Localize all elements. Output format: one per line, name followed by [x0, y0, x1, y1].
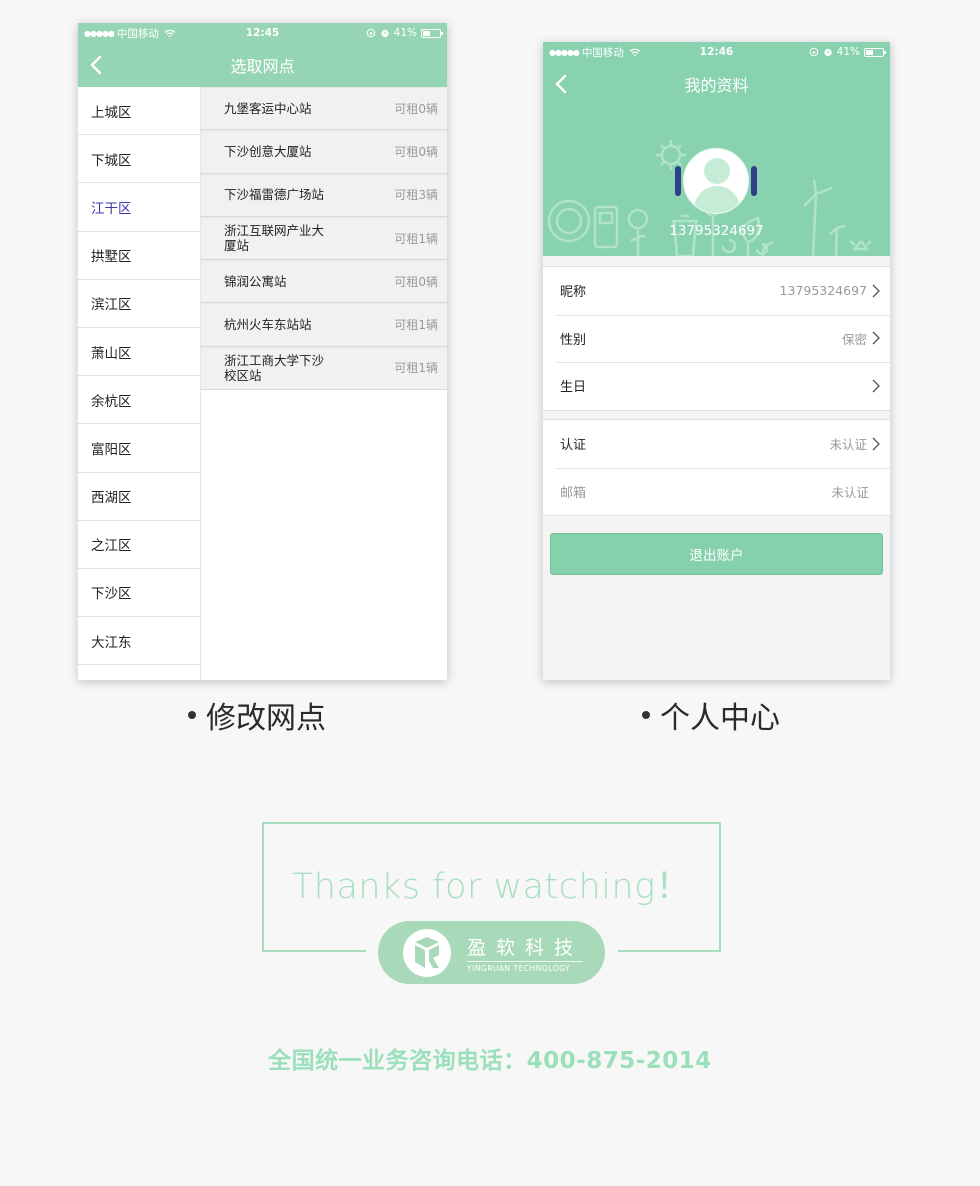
profile-screen: 13795324697 ●●●●● 中国移动 12:46 41% 我的资料 昵称… [543, 42, 890, 680]
avatar-user-icon [683, 148, 749, 214]
brand-mark-icon [403, 929, 451, 977]
station-availability: 可租1辆 [394, 361, 438, 376]
row-label: 邮箱 [560, 485, 587, 501]
station-row[interactable]: 下沙创意大厦站 可租0辆 [201, 130, 447, 174]
station-row[interactable]: 杭州火车东站站 可租1辆 [201, 303, 447, 347]
rotation-lock-icon [809, 47, 818, 57]
frame-divider [618, 950, 721, 952]
brand-subtitle: YINGRUAN TECHNOLOGY [467, 964, 571, 973]
verification-row[interactable]: 认证 未认证 [543, 420, 890, 468]
signal-icon: ●●●●● [549, 47, 580, 57]
back-arrow-icon[interactable] [551, 72, 573, 96]
caption-right-label: 个人中心 [660, 701, 780, 736]
bullet-icon [188, 711, 196, 719]
station-name: 九堡客运中心站 [224, 100, 312, 116]
profile-basic-group: 昵称 13795324697 性别 保密生日 [543, 266, 890, 411]
station-name: 下沙福雷德广场站 [224, 187, 325, 203]
alarm-icon [381, 29, 389, 38]
brand-logo: 盈软科技 YINGRUAN TECHNOLOGY [378, 921, 605, 984]
station-name: 浙江互联网产业大厦站 [224, 223, 325, 254]
profile-phone-number: 13795324697 [669, 223, 764, 239]
district-item[interactable]: 拱墅区 [78, 232, 200, 280]
wifi-icon [164, 29, 176, 37]
district-item[interactable]: 滨江区 [78, 280, 200, 328]
carrier-label: 中国移动 [116, 27, 159, 40]
row-label: 认证 [560, 438, 587, 454]
station-name: 锦润公寓站 [224, 273, 287, 289]
nav-bar: 我的资料 [543, 62, 890, 106]
district-item[interactable]: 下城区 [78, 135, 200, 184]
rotation-lock-icon [366, 28, 375, 38]
chevron-right-icon [872, 284, 880, 298]
district-item[interactable]: 西湖区 [78, 473, 200, 521]
station-row[interactable]: 九堡客运中心站 可租0辆 [201, 87, 447, 131]
caption-left-label: 修改网点 [206, 701, 326, 736]
nickname-row[interactable]: 昵称 13795324697 [543, 267, 890, 315]
district-item[interactable]: 江干区 [78, 183, 200, 232]
station-row[interactable]: 锦润公寓站 可租0辆 [201, 260, 447, 304]
station-picker-screen: ●●●●● 中国移动 12:45 41% 选取网点 上城区 下城区 江干区 拱墅区 滨江… [78, 23, 447, 680]
back-arrow-icon[interactable] [86, 53, 108, 77]
station-availability: 可租1辆 [394, 318, 438, 333]
avatar[interactable] [675, 145, 757, 225]
district-item[interactable]: 余杭区 [78, 376, 200, 425]
chevron-right-icon [872, 437, 880, 451]
station-name: 下沙创意大厦站 [224, 143, 312, 159]
district-item[interactable]: 萧山区 [78, 328, 200, 377]
frame-divider [262, 950, 366, 952]
email-row: 邮箱 未认证 [543, 467, 890, 516]
district-item[interactable]: 上城区 [78, 87, 200, 136]
hotline-text: 全国统一业务咨询电话：400-875-2014 [268, 1048, 712, 1074]
district-item[interactable]: 下沙区 [78, 569, 200, 618]
station-availability: 可租0辆 [394, 274, 438, 289]
station-availability: 可租1辆 [394, 231, 438, 246]
wifi-icon [629, 48, 641, 56]
status-bar: ●●●●● 中国移动 12:46 41% [543, 42, 890, 62]
district-item[interactable]: 之江区 [78, 521, 200, 569]
district-item[interactable]: 富阳区 [78, 424, 200, 473]
row-label: 昵称 [560, 285, 587, 301]
chevron-right-icon [872, 379, 880, 393]
station-row[interactable]: 浙江工商大学下沙校区站 可租1辆 [201, 346, 447, 391]
row-value: 未认证 [831, 484, 869, 500]
caption-right: 个人中心 [642, 693, 780, 737]
battery-percent: 41% [393, 27, 417, 39]
brand-name: 盈软科技 [467, 937, 584, 959]
row-value: 保密 [841, 331, 867, 347]
battery-icon [421, 28, 443, 38]
alarm-icon [824, 48, 832, 57]
profile-verify-group: 认证 未认证 邮箱 未认证 [543, 419, 890, 516]
station-availability: 可租3辆 [394, 188, 438, 203]
brand-divider [467, 961, 583, 962]
chevron-right-icon [872, 331, 880, 345]
caption-left: 修改网点 [188, 693, 326, 737]
station-availability: 可租0辆 [394, 144, 438, 159]
district-item[interactable]: 大江东 [78, 617, 200, 666]
station-name: 浙江工商大学下沙校区站 [224, 352, 325, 383]
battery-percent: 41% [836, 46, 860, 58]
station-list: 九堡客运中心站 可租0辆 下沙创意大厦站 可租0辆 下沙福雷德广场站 可租3辆 浙江互联网产… [201, 87, 447, 680]
birthday-row[interactable]: 生日 [543, 362, 890, 410]
gender-row[interactable]: 性别 保密 [543, 314, 890, 363]
row-value: 未认证 [829, 437, 867, 453]
signal-icon: ●●●●● [84, 28, 115, 38]
status-bar: ●●●●● 中国移动 12:45 41% [78, 23, 447, 43]
carrier-label: 中国移动 [581, 46, 624, 59]
district-list: 上城区 下城区 江干区 拱墅区 滨江区 萧山区 余杭区 富阳区 西湖区 之江区 下沙区 大江东 [78, 87, 201, 680]
thanks-text: Thanks for watching！ [291, 867, 692, 907]
station-row[interactable]: 浙江互联网产业大厦站 可租1辆 [201, 216, 447, 261]
station-availability: 可租0辆 [394, 101, 438, 116]
page-title: 我的资料 [684, 76, 749, 95]
station-name: 杭州火车东站站 [224, 317, 312, 333]
row-label: 生日 [560, 380, 587, 396]
logout-button[interactable]: 退出账户 [550, 533, 883, 575]
page-title: 选取网点 [230, 57, 295, 76]
battery-icon [864, 47, 886, 57]
row-label: 性别 [560, 332, 587, 348]
station-row[interactable]: 下沙福雷德广场站 可租3辆 [201, 173, 447, 217]
nav-bar: 选取网点 [78, 43, 447, 87]
row-value: 13795324697 [779, 283, 867, 299]
bullet-icon [642, 711, 650, 719]
